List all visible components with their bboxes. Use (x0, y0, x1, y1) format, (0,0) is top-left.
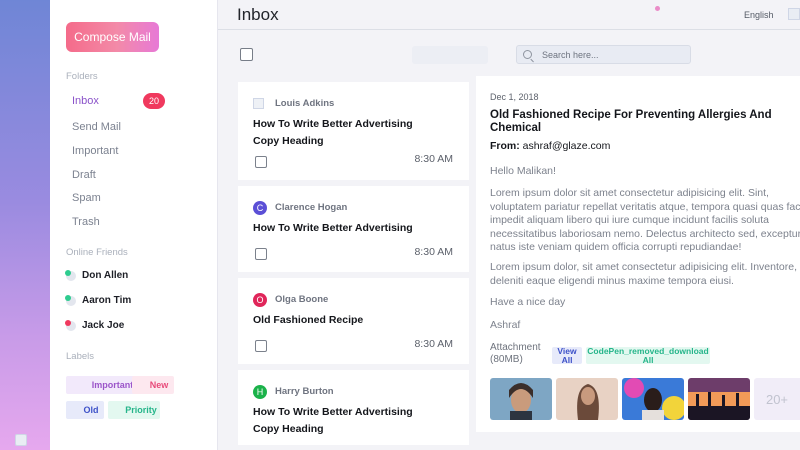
label-important[interactable]: Important (66, 376, 141, 394)
sidebar-item-trash[interactable]: Trash (72, 216, 100, 228)
mail-paragraph: Lorem ipsum dolor sit amet consectetur a… (490, 187, 800, 254)
friend-avatar (65, 294, 76, 306)
mail-paragraph: Lorem ipsum dolor, sit amet consectetur … (490, 261, 797, 287)
friend-name: Don Allen (82, 270, 129, 281)
friend-item[interactable]: Jack Joe (65, 319, 125, 331)
search-input[interactable] (542, 49, 682, 60)
mail-closing: Have a nice day (490, 296, 566, 308)
sunset-silhouettes-thumbnail[interactable] (688, 378, 750, 420)
sidebar-item-send-mail[interactable]: Send Mail (72, 121, 121, 133)
mail-sender: Olga Boone (275, 294, 329, 305)
friend-item[interactable]: Aaron Tim (65, 294, 132, 306)
mail-checkbox[interactable] (255, 248, 267, 260)
mail-title: Old Fashioned Recipe For Preventing Alle… (490, 109, 772, 134)
mail-time: 8:30 AM (414, 246, 453, 258)
sidebar-item-inbox[interactable]: Inbox (72, 95, 99, 107)
busy-status-icon (65, 319, 71, 326)
folders-heading: Folders (66, 71, 98, 82)
sender-avatar-icon: O (253, 293, 267, 307)
woman-portrait-thumbnail[interactable] (490, 378, 552, 420)
page-title: Inbox (237, 5, 279, 24)
label-old[interactable]: Old (66, 401, 104, 419)
sidebar-item-important[interactable]: Important (72, 145, 118, 157)
language-selector[interactable]: English (744, 10, 774, 20)
mail-sender: Louis Adkins (275, 98, 335, 109)
mail-subject: How To Write Better Advertising (253, 222, 413, 234)
header-divider (218, 29, 800, 30)
label-priority[interactable]: Priority (108, 401, 160, 419)
mail-item[interactable]: Louis Adkins How To Write Better Adverti… (238, 82, 469, 180)
from-email[interactable]: ashraf@glaze.com (523, 140, 611, 152)
mail-signature: Ashraf (490, 319, 521, 331)
mail-reader: Dec 1, 2018 Old Fashioned Recipe For Pre… (476, 76, 800, 432)
inbox-count-badge: 20 (143, 93, 165, 109)
man-graffiti-thumbnail[interactable] (622, 378, 684, 420)
mail-item[interactable]: H Harry Burton How To Write Better Adver… (238, 370, 469, 445)
mail-item[interactable]: C Clarence Hogan How To Write Better Adv… (238, 186, 469, 272)
download-all-button[interactable]: CodePen_removed_download All (586, 346, 710, 364)
compose-mail-button[interactable]: Compose Mail (66, 22, 159, 52)
online-status-icon (65, 269, 71, 276)
notification-dot-icon (655, 6, 660, 11)
friend-avatar (65, 269, 76, 281)
from-label: From: (490, 140, 520, 152)
profile-avatar-icon[interactable] (788, 8, 800, 20)
user-avatar-icon[interactable] (15, 434, 27, 446)
mail-checkbox[interactable] (255, 156, 267, 168)
mail-greeting: Hello Malikan! (490, 165, 556, 177)
friend-item[interactable]: Don Allen (65, 269, 129, 281)
view-all-button[interactable]: View All (552, 346, 582, 364)
mail-checkbox[interactable] (255, 340, 267, 352)
select-all-checkbox[interactable] (240, 48, 253, 61)
more-attachments-button[interactable]: 20+ (754, 378, 800, 420)
friend-name: Aaron Tim (82, 295, 132, 306)
mail-subject: Old Fashioned Recipe (253, 314, 364, 326)
mail-subject: How To Write Better Advertising Copy Hea… (253, 118, 413, 147)
online-friends-heading: Online Friends (66, 247, 128, 258)
search-icon (523, 50, 532, 59)
app-rail (0, 0, 50, 450)
sender-avatar-icon (253, 98, 264, 109)
filter-box[interactable] (412, 46, 488, 64)
woman-hair-thumbnail[interactable] (556, 378, 618, 420)
mail-from: From: ashraf@glaze.com (490, 140, 610, 152)
sender-avatar-icon: C (253, 201, 267, 215)
mail-date: Dec 1, 2018 (490, 92, 539, 102)
sidebar: Compose Mail Folders Inbox 20 Send Mail … (50, 0, 218, 450)
mail-time: 8:30 AM (414, 153, 453, 165)
sidebar-item-draft[interactable]: Draft (72, 169, 96, 181)
mail-time: 8:30 AM (414, 338, 453, 350)
attachment-label: Attachment (80MB) (490, 342, 541, 365)
friend-name: Jack Joe (82, 320, 125, 331)
friend-avatar (65, 319, 76, 331)
mail-sender: Harry Burton (275, 386, 334, 397)
label-new[interactable]: New (132, 376, 174, 394)
online-status-icon (65, 294, 71, 301)
mail-item[interactable]: O Olga Boone Old Fashioned Recipe 8:30 A… (238, 278, 469, 364)
mail-subject: How To Write Better Advertising Copy Hea… (253, 406, 413, 435)
search-bar[interactable] (516, 45, 691, 64)
mail-sender: Clarence Hogan (275, 202, 348, 213)
sender-avatar-icon: H (253, 385, 267, 399)
sidebar-item-spam[interactable]: Spam (72, 192, 101, 204)
labels-heading: Labels (66, 351, 94, 362)
